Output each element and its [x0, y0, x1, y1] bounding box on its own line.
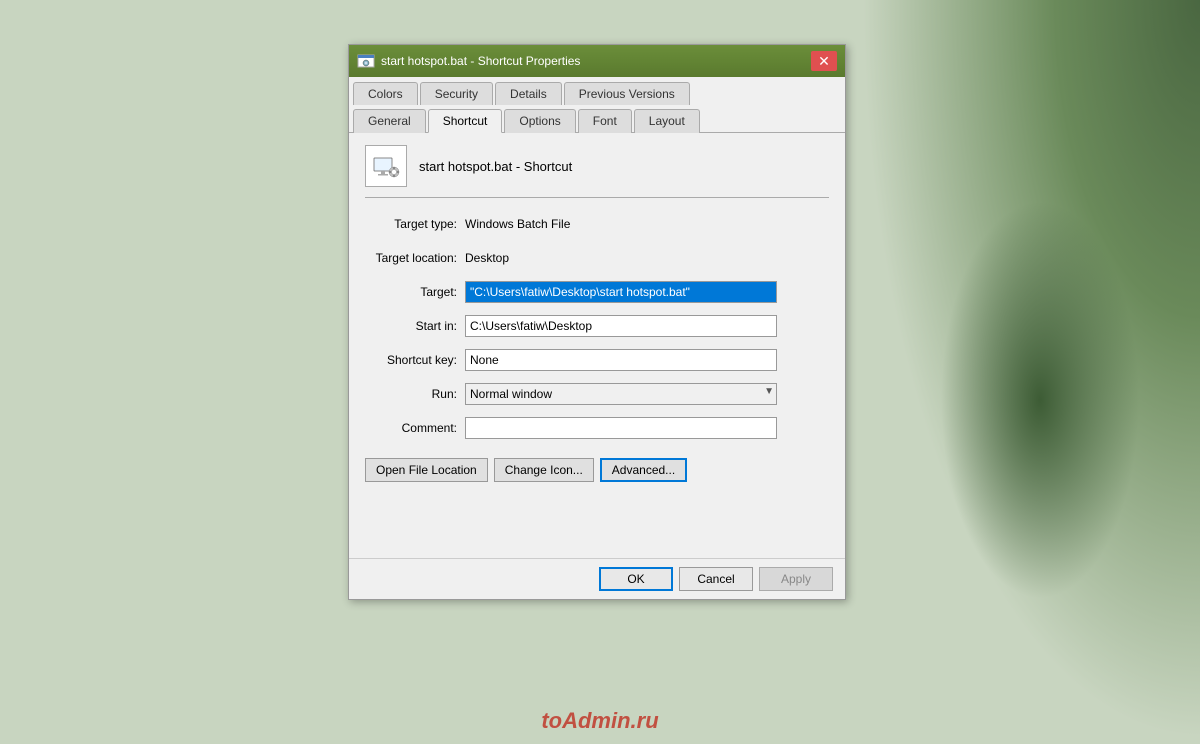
target-type-row: Target type: Windows Batch File [365, 212, 829, 236]
target-label: Target: [365, 285, 465, 299]
tab-row-1: Colors Security Details Previous Version… [349, 77, 845, 104]
target-location-row: Target location: Desktop [365, 246, 829, 270]
file-header: start hotspot.bat - Shortcut [365, 145, 829, 198]
close-button[interactable]: ✕ [811, 51, 837, 71]
target-location-value: Desktop [465, 251, 509, 265]
tab-security[interactable]: Security [420, 82, 493, 105]
apply-button[interactable]: Apply [759, 567, 833, 591]
tab-colors[interactable]: Colors [353, 82, 418, 105]
advanced-button[interactable]: Advanced... [600, 458, 687, 482]
shortcut-key-label: Shortcut key: [365, 353, 465, 367]
open-file-location-button[interactable]: Open File Location [365, 458, 488, 482]
tab-options[interactable]: Options [504, 109, 575, 133]
file-icon-box [365, 145, 407, 187]
target-input[interactable] [465, 281, 777, 303]
target-location-label: Target location: [365, 251, 465, 265]
run-row: Run: Normal window Minimized Maximized ▼ [365, 382, 829, 406]
start-in-row: Start in: [365, 314, 829, 338]
tab-layout[interactable]: Layout [634, 109, 700, 133]
run-select-wrapper: Normal window Minimized Maximized ▼ [465, 383, 777, 405]
tab-details[interactable]: Details [495, 82, 562, 105]
change-icon-button[interactable]: Change Icon... [494, 458, 594, 482]
cancel-button[interactable]: Cancel [679, 567, 753, 591]
target-row: Target: [365, 280, 829, 304]
tab-previous-versions[interactable]: Previous Versions [564, 82, 690, 105]
comment-row: Comment: [365, 416, 829, 440]
shortcut-properties-dialog: start hotspot.bat - Shortcut Properties … [348, 44, 846, 600]
tab-shortcut[interactable]: Shortcut [428, 109, 503, 133]
watermark: toAdmin.ru [541, 708, 658, 734]
title-bar-icon [357, 52, 375, 70]
title-bar: start hotspot.bat - Shortcut Properties … [349, 45, 845, 77]
shortcut-key-input[interactable] [465, 349, 777, 371]
file-type-icon [372, 152, 400, 180]
action-buttons: Open File Location Change Icon... Advanc… [365, 458, 829, 482]
dialog-title: start hotspot.bat - Shortcut Properties [381, 54, 811, 68]
tab-font[interactable]: Font [578, 109, 632, 133]
background-leaf-decoration [860, 0, 1200, 744]
run-label: Run: [365, 387, 465, 401]
background-leaf-decoration-2 [940, 200, 1140, 600]
bottom-bar: OK Cancel Apply [349, 558, 845, 599]
shortcut-key-row: Shortcut key: [365, 348, 829, 372]
tabs-container: Colors Security Details Previous Version… [349, 77, 845, 133]
dialog-content: start hotspot.bat - Shortcut Target type… [349, 133, 845, 558]
comment-label: Comment: [365, 421, 465, 435]
run-select[interactable]: Normal window Minimized Maximized [465, 383, 777, 405]
file-title: start hotspot.bat - Shortcut [419, 159, 572, 174]
comment-input[interactable] [465, 417, 777, 439]
start-in-input[interactable] [465, 315, 777, 337]
tab-row-2: General Shortcut Options Font Layout [349, 104, 845, 132]
tab-general[interactable]: General [353, 109, 426, 133]
ok-button[interactable]: OK [599, 567, 673, 591]
spacer [365, 482, 829, 542]
target-type-label: Target type: [365, 217, 465, 231]
start-in-label: Start in: [365, 319, 465, 333]
target-type-value: Windows Batch File [465, 217, 570, 231]
